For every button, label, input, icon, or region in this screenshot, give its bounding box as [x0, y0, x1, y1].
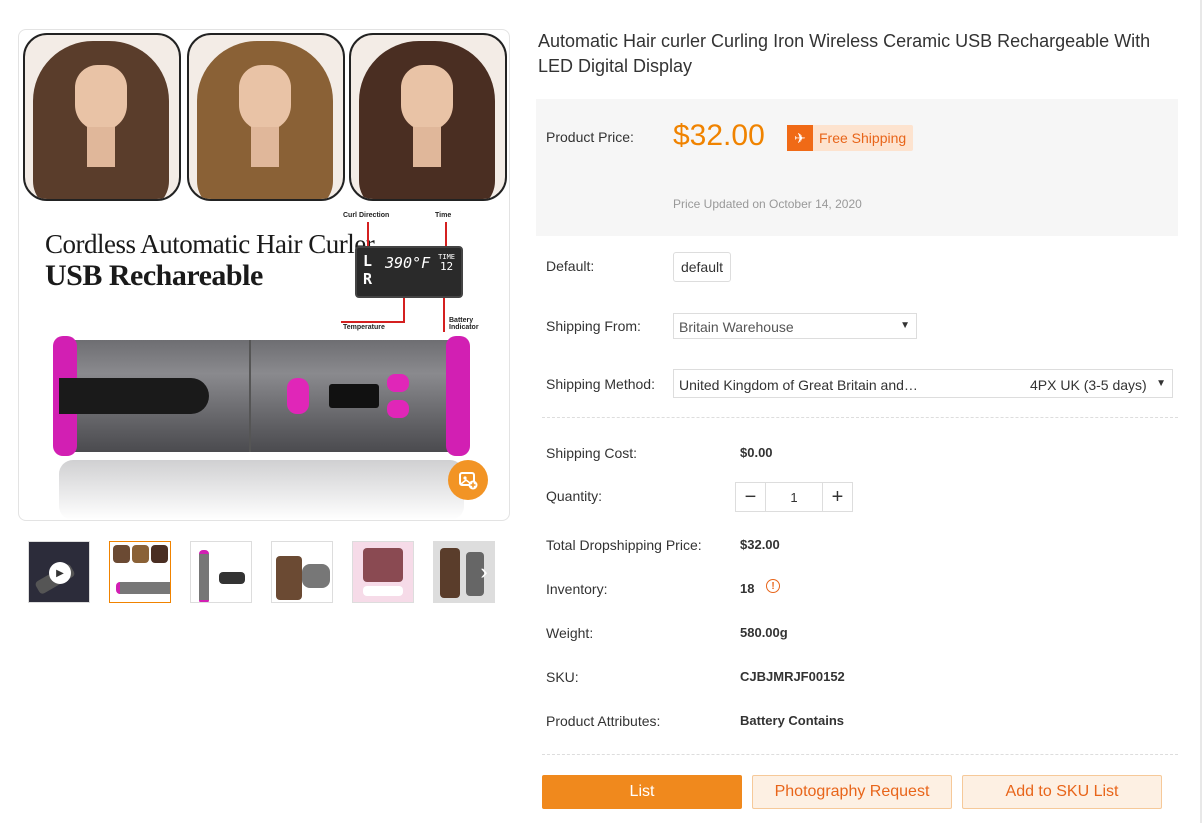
add-to-sku-list-button[interactable]: Add to SKU List: [962, 775, 1162, 809]
model-portrait-3: [349, 33, 507, 201]
divider: [542, 417, 1178, 418]
product-attributes-value: Battery Contains: [740, 713, 845, 728]
image-upload-icon[interactable]: [448, 460, 488, 500]
chevron-right-icon[interactable]: ›: [470, 540, 498, 604]
shipping-from-label: Shipping From:: [546, 318, 641, 334]
lcd-direction: LR: [363, 252, 373, 288]
weight-label: Weight:: [546, 625, 594, 641]
quantity-label: Quantity:: [546, 488, 603, 504]
product-title: Automatic Hair curler Curling Iron Wirel…: [538, 31, 1151, 76]
caret-down-icon: ▼: [900, 320, 910, 331]
inventory-value: 18: [740, 581, 755, 596]
callout-curl-direction: Curl Direction: [343, 212, 390, 219]
divider: [542, 754, 1178, 755]
sku-label: SKU:: [546, 669, 579, 685]
quantity-input[interactable]: 1: [765, 483, 823, 511]
total-price-label: Total Dropshipping Price:: [546, 537, 702, 553]
default-label: Default:: [546, 258, 595, 274]
shipping-method-country: United Kingdom of Great Britain and…: [679, 377, 918, 393]
airplane-icon: ✈: [787, 125, 813, 151]
product-attributes-label: Product Attributes:: [546, 713, 661, 729]
thumbnail-video[interactable]: ▶: [28, 541, 90, 603]
shipping-method-label: Shipping Method:: [546, 376, 655, 392]
lcd-display-illustration: LR 390°F TIME 12: [355, 246, 463, 298]
play-icon: ▶: [49, 562, 71, 584]
callout-temperature: Temperature: [343, 324, 385, 331]
list-button[interactable]: List: [542, 775, 742, 809]
shipping-from-value: Britain Warehouse: [679, 319, 794, 335]
shipping-cost-label: Shipping Cost:: [546, 445, 638, 461]
quantity-stepper: − 1 +: [735, 482, 853, 512]
inventory-label: Inventory:: [546, 581, 608, 597]
product-price-label: Product Price:: [546, 129, 634, 145]
device-reflection: [59, 460, 464, 520]
free-shipping-badge: ✈ Free Shipping: [787, 125, 913, 151]
thumbnail-strip: ▶: [28, 541, 496, 605]
thumbnail-3[interactable]: [271, 541, 333, 603]
shipping-cost-value: $0.00: [740, 445, 773, 460]
thumbnail-4[interactable]: [352, 541, 414, 603]
callout-time: Time: [435, 212, 452, 219]
shipping-method-carrier: 4PX UK (3-5 days): [1030, 377, 1147, 393]
main-product-image[interactable]: Cordless Automatic Hair Curler USB Recha…: [18, 29, 510, 521]
exclamation-circle-icon[interactable]: !: [766, 579, 780, 593]
price-box: Product Price: $32.00 ✈ Free Shipping Pr…: [536, 99, 1178, 236]
hair-curler-device: [53, 336, 470, 456]
sku-value: CJBJMRJF00152: [740, 669, 845, 684]
price-updated-date: Price Updated on October 14, 2020: [673, 197, 862, 211]
weight-value: 580.00g: [740, 625, 788, 640]
thumbnail-2[interactable]: [190, 541, 252, 603]
photography-request-button[interactable]: Photography Request: [752, 775, 952, 809]
minus-icon[interactable]: −: [736, 483, 765, 511]
free-shipping-text: Free Shipping: [819, 130, 907, 146]
thumbnail-1[interactable]: [109, 541, 171, 603]
model-portrait-2: [187, 33, 345, 201]
promo-title-line2: USB Rechareable: [45, 259, 263, 292]
model-portrait-1: [23, 33, 181, 201]
shipping-method-select[interactable]: United Kingdom of Great Britain and… 4PX…: [673, 369, 1173, 398]
caret-down-icon: ▼: [1156, 378, 1166, 389]
shipping-from-select[interactable]: Britain Warehouse ▼: [673, 313, 917, 339]
variant-default-button[interactable]: default: [673, 252, 731, 282]
callout-battery: Battery Indicator: [449, 317, 479, 331]
promo-title-line1: Cordless Automatic Hair Curler: [45, 229, 375, 259]
promo-title: Cordless Automatic Hair Curler USB Recha…: [45, 228, 375, 292]
lcd-time: TIME 12: [438, 253, 455, 273]
lcd-temperature: 390°F: [385, 254, 431, 272]
plus-icon[interactable]: +: [823, 483, 852, 511]
total-price-value: $32.00: [740, 537, 780, 552]
product-price: $32.00: [673, 119, 765, 152]
